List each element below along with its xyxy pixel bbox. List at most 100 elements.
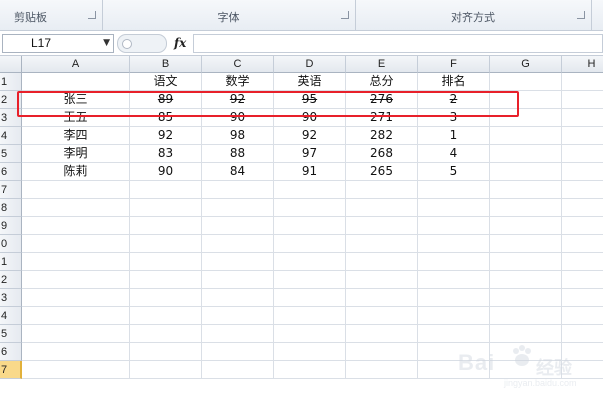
- cell-g9[interactable]: [490, 217, 562, 235]
- cell-e12[interactable]: [346, 271, 418, 289]
- cell-f5[interactable]: 4: [418, 145, 490, 163]
- cell-d4[interactable]: 92: [274, 127, 346, 145]
- cell-c17[interactable]: [202, 361, 274, 379]
- cell-a6[interactable]: 陈莉: [22, 163, 130, 181]
- cell-b7[interactable]: [130, 181, 202, 199]
- cell-a16[interactable]: [22, 343, 130, 361]
- cell-b5[interactable]: 83: [130, 145, 202, 163]
- cell-h6[interactable]: [562, 163, 603, 181]
- cell-a1[interactable]: [22, 73, 130, 91]
- row-header-9[interactable]: 9: [0, 217, 22, 235]
- dialog-launcher-icon[interactable]: [88, 11, 96, 19]
- cell-b4[interactable]: 92: [130, 127, 202, 145]
- cell-f6[interactable]: 5: [418, 163, 490, 181]
- cell-b13[interactable]: [130, 289, 202, 307]
- cell-b14[interactable]: [130, 307, 202, 325]
- cell-b16[interactable]: [130, 343, 202, 361]
- cell-a17[interactable]: [22, 361, 130, 379]
- column-header-d[interactable]: D: [274, 56, 346, 73]
- cell-f7[interactable]: [418, 181, 490, 199]
- cell-b1[interactable]: 语文: [130, 73, 202, 91]
- cell-a9[interactable]: [22, 217, 130, 235]
- cell-a15[interactable]: [22, 325, 130, 343]
- cell-g5[interactable]: [490, 145, 562, 163]
- cell-e11[interactable]: [346, 253, 418, 271]
- cell-g12[interactable]: [490, 271, 562, 289]
- cell-a8[interactable]: [22, 199, 130, 217]
- cell-h13[interactable]: [562, 289, 603, 307]
- cell-c14[interactable]: [202, 307, 274, 325]
- chevron-down-icon[interactable]: ▼: [103, 38, 110, 48]
- column-header-f[interactable]: F: [418, 56, 490, 73]
- cell-g8[interactable]: [490, 199, 562, 217]
- dialog-launcher-icon[interactable]: [577, 11, 585, 19]
- cell-g14[interactable]: [490, 307, 562, 325]
- cell-c1[interactable]: 数学: [202, 73, 274, 91]
- ribbon-group-clipboard[interactable]: 剪贴板: [0, 0, 103, 30]
- cell-c13[interactable]: [202, 289, 274, 307]
- cell-b12[interactable]: [130, 271, 202, 289]
- row-header-8[interactable]: 8: [0, 199, 22, 217]
- cell-f12[interactable]: [418, 271, 490, 289]
- row-header-17[interactable]: 7: [0, 361, 22, 379]
- column-header-a[interactable]: A: [22, 56, 130, 73]
- cell-b17[interactable]: [130, 361, 202, 379]
- cell-a12[interactable]: [22, 271, 130, 289]
- cell-f4[interactable]: 1: [418, 127, 490, 145]
- cell-d14[interactable]: [274, 307, 346, 325]
- cell-a11[interactable]: [22, 253, 130, 271]
- row-header-10[interactable]: 0: [0, 235, 22, 253]
- cell-c4[interactable]: 98: [202, 127, 274, 145]
- cell-d11[interactable]: [274, 253, 346, 271]
- column-header-c[interactable]: C: [202, 56, 274, 73]
- cell-d12[interactable]: [274, 271, 346, 289]
- cell-d6[interactable]: 91: [274, 163, 346, 181]
- row-header-13[interactable]: 3: [0, 289, 22, 307]
- row-header-6[interactable]: 6: [0, 163, 22, 181]
- cell-e15[interactable]: [346, 325, 418, 343]
- cell-e6[interactable]: 265: [346, 163, 418, 181]
- row-header-14[interactable]: 4: [0, 307, 22, 325]
- cell-d13[interactable]: [274, 289, 346, 307]
- cell-a10[interactable]: [22, 235, 130, 253]
- formula-input[interactable]: [193, 34, 603, 53]
- cell-f10[interactable]: [418, 235, 490, 253]
- cell-f9[interactable]: [418, 217, 490, 235]
- column-header-b[interactable]: B: [130, 56, 202, 73]
- cell-b8[interactable]: [130, 199, 202, 217]
- cell-e13[interactable]: [346, 289, 418, 307]
- cell-g11[interactable]: [490, 253, 562, 271]
- row-header-7[interactable]: 7: [0, 181, 22, 199]
- cell-a13[interactable]: [22, 289, 130, 307]
- cell-h2[interactable]: [562, 91, 603, 109]
- cell-d7[interactable]: [274, 181, 346, 199]
- row-header-1[interactable]: 1: [0, 73, 22, 91]
- cell-c10[interactable]: [202, 235, 274, 253]
- cell-a5[interactable]: 李明: [22, 145, 130, 163]
- cell-h11[interactable]: [562, 253, 603, 271]
- cell-b9[interactable]: [130, 217, 202, 235]
- name-box[interactable]: L17 ▼: [2, 34, 114, 53]
- cell-g6[interactable]: [490, 163, 562, 181]
- ribbon-group-font[interactable]: 字体: [102, 0, 356, 30]
- cell-d17[interactable]: [274, 361, 346, 379]
- cell-g10[interactable]: [490, 235, 562, 253]
- cell-e10[interactable]: [346, 235, 418, 253]
- cell-d16[interactable]: [274, 343, 346, 361]
- cell-f14[interactable]: [418, 307, 490, 325]
- cell-f8[interactable]: [418, 199, 490, 217]
- cell-h10[interactable]: [562, 235, 603, 253]
- cell-c7[interactable]: [202, 181, 274, 199]
- cell-d9[interactable]: [274, 217, 346, 235]
- cell-e7[interactable]: [346, 181, 418, 199]
- cell-e17[interactable]: [346, 361, 418, 379]
- cell-g4[interactable]: [490, 127, 562, 145]
- cell-d1[interactable]: 英语: [274, 73, 346, 91]
- row-header-11[interactable]: 1: [0, 253, 22, 271]
- cell-b11[interactable]: [130, 253, 202, 271]
- insert-function-icon[interactable]: fx: [174, 36, 186, 50]
- cell-h7[interactable]: [562, 181, 603, 199]
- cell-h3[interactable]: [562, 109, 603, 127]
- cell-c8[interactable]: [202, 199, 274, 217]
- row-header-12[interactable]: 2: [0, 271, 22, 289]
